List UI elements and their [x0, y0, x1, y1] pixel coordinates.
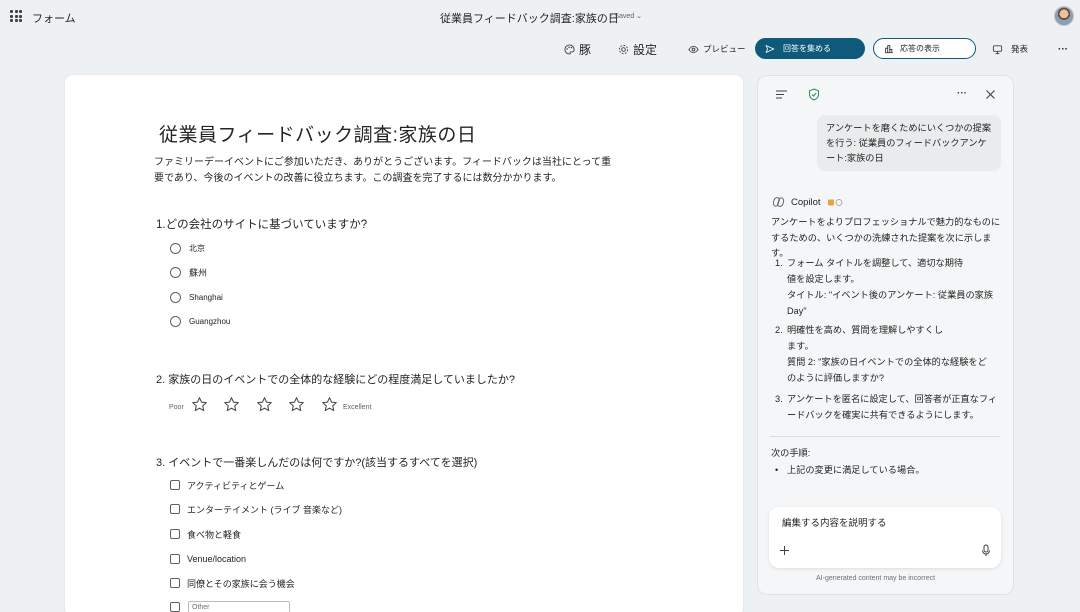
- ai-disclaimer: AI-generated content may be incorrect: [816, 575, 936, 582]
- checkbox[interactable]: [170, 602, 180, 612]
- next-steps-heading: 次の手順:: [771, 448, 811, 458]
- settings-button[interactable]: 設定: [618, 40, 657, 58]
- top-bar: フォーム 従業員フィードバック調査:家族の日 - Saved ⌄: [0, 0, 1080, 36]
- shield-check-icon[interactable]: [808, 88, 820, 101]
- more-icon: ···: [1058, 43, 1068, 55]
- radio-button[interactable]: [170, 291, 181, 303]
- suggestion-1-number: 1.: [775, 258, 783, 268]
- present-button[interactable]: 発表: [992, 40, 1028, 58]
- checkbox[interactable]: [170, 554, 180, 564]
- composer-input[interactable]: 編集する内容を説明する: [782, 515, 887, 529]
- option-label: アクティビティとゲーム: [187, 480, 285, 491]
- option-label: Shanghai: [189, 292, 223, 302]
- copilot-logo-icon: [772, 197, 785, 207]
- q3-option-2[interactable]: エンターテイメント (ライブ 音楽など): [170, 502, 342, 516]
- q3-option-4[interactable]: Venue/location: [170, 552, 246, 566]
- monitor-icon: [992, 44, 1003, 54]
- saved-status[interactable]: - Saved ⌄: [610, 12, 642, 20]
- option-label: エンターテイメント (ライブ 音楽など): [187, 504, 342, 515]
- plus-icon[interactable]: [779, 545, 790, 556]
- copilot-more-icon[interactable]: ···: [957, 88, 967, 99]
- option-label: Guangzhou: [189, 316, 231, 326]
- suggestion-1-text: フォーム タイトルを調整して、適切な期待値を設定します。: [787, 258, 964, 284]
- document-title[interactable]: 従業員フィードバック調査:家族の日: [440, 10, 619, 26]
- suggestion-1-detail: タイトル: "イベント後のアンケート: 従業員の家族 Day": [787, 290, 994, 316]
- eye-icon: [688, 45, 699, 53]
- checkbox[interactable]: [170, 578, 180, 588]
- gear-icon: [618, 44, 629, 54]
- form-description[interactable]: ファミリーデーイベントにご参加いただき、ありがとうございます。フィードバックは当…: [154, 155, 614, 187]
- q3-option-1[interactable]: アクティビティとゲーム: [170, 478, 284, 492]
- suggestion-2-detail: 質問 2: "家族の日イベントでの全体的な経験をどのように評価しますか?: [787, 357, 987, 383]
- rating-high-label: Excellent: [343, 404, 372, 411]
- history-list-icon[interactable]: [775, 89, 788, 100]
- palette-icon: [564, 43, 575, 55]
- star-4-icon[interactable]: [288, 396, 305, 413]
- question-2-title[interactable]: 2. 家族の日のイベントでの全体的な経験にどの程度満足していましたか?: [156, 371, 515, 387]
- badge-icon: [827, 198, 842, 206]
- suggestion-3-number: 3.: [775, 394, 783, 404]
- other-text-field[interactable]: Other: [188, 601, 290, 612]
- suggestion-3-text: アンケートを匿名に設定して、回答者が正直なフィードバックを確実に共有できるように…: [787, 394, 998, 420]
- settings-label: 設定: [633, 42, 658, 57]
- app-launcher-icon[interactable]: [10, 10, 22, 22]
- question-3-title[interactable]: 3. イベントで一番楽しんだのは何ですか?(該当するすべてを選択): [156, 454, 477, 470]
- suggestion-2-number: 2.: [775, 325, 783, 335]
- star-2-icon[interactable]: [223, 396, 240, 413]
- checkbox[interactable]: [170, 504, 180, 514]
- collect-label: 回答を集める: [783, 44, 831, 53]
- microphone-icon[interactable]: [981, 544, 991, 557]
- radio-button[interactable]: [170, 315, 181, 327]
- copilot-brand-label: Copilot: [791, 196, 821, 208]
- option-label: 北京: [189, 243, 205, 253]
- radio-button[interactable]: [170, 242, 181, 254]
- present-label: 発表: [1011, 44, 1029, 54]
- copilot-intro: アンケートをよりプロフェッショナルで魅力的なものにするための、いくつかの洗練され…: [771, 217, 1001, 258]
- user-avatar[interactable]: [1054, 6, 1074, 26]
- close-icon[interactable]: [985, 89, 996, 100]
- send-icon: [765, 44, 775, 53]
- form-title[interactable]: 従業員フィードバック調査:家族の日: [159, 120, 476, 147]
- next-step-1: 上記の変更に満足している場合。: [787, 465, 925, 475]
- option-label: 同僚とその家族に会う機会: [187, 578, 295, 589]
- question-1-title[interactable]: 1.どの会社のサイトに基づいていますか?: [156, 216, 367, 232]
- divider: [770, 436, 1000, 437]
- star-1-icon[interactable]: [191, 396, 208, 413]
- theme-button[interactable]: 豚: [564, 40, 591, 58]
- q3-option-other[interactable]: [170, 600, 180, 612]
- q3-option-5[interactable]: 同僚とその家族に会う機会: [170, 576, 295, 590]
- preview-button[interactable]: プレビュー: [688, 40, 746, 58]
- checkbox[interactable]: [170, 529, 180, 539]
- option-label: 蘇州: [189, 267, 208, 278]
- q1-option-4[interactable]: Guangzhou: [170, 314, 230, 328]
- app-name[interactable]: フォーム: [32, 10, 76, 26]
- q1-option-3[interactable]: Shanghai: [170, 290, 223, 304]
- theme-label: 豚: [579, 42, 592, 57]
- user-message: アンケートを磨くためにいくつかの提案を行う: 従業員のフィードバックアンケート:…: [817, 115, 1001, 171]
- option-label: Venue/location: [187, 554, 247, 564]
- copilot-header: Copilot: [772, 196, 843, 208]
- option-label: 食べ物と軽食: [187, 529, 242, 540]
- preview-label: プレビュー: [703, 44, 746, 54]
- more-options-button[interactable]: ···: [1058, 40, 1068, 58]
- radio-button[interactable]: [170, 266, 181, 278]
- view-responses-button[interactable]: 応答の表示: [873, 38, 976, 59]
- star-3-icon[interactable]: [256, 396, 273, 413]
- bullet: •: [775, 465, 779, 475]
- checkbox[interactable]: [170, 480, 180, 490]
- chart-icon: [885, 44, 893, 53]
- collect-responses-button[interactable]: 回答を集める: [755, 38, 865, 59]
- q1-option-2[interactable]: 蘇州: [170, 265, 207, 279]
- q3-option-3[interactable]: 食べ物と軽食: [170, 527, 241, 541]
- rating-low-label: Poor: [169, 404, 184, 411]
- suggestion-2-text: 明確性を高め、質問を理解しやすくします。: [787, 325, 944, 351]
- responses-label: 応答の表示: [900, 44, 940, 53]
- star-5-icon[interactable]: [321, 396, 338, 413]
- q1-option-1[interactable]: 北京: [170, 241, 205, 255]
